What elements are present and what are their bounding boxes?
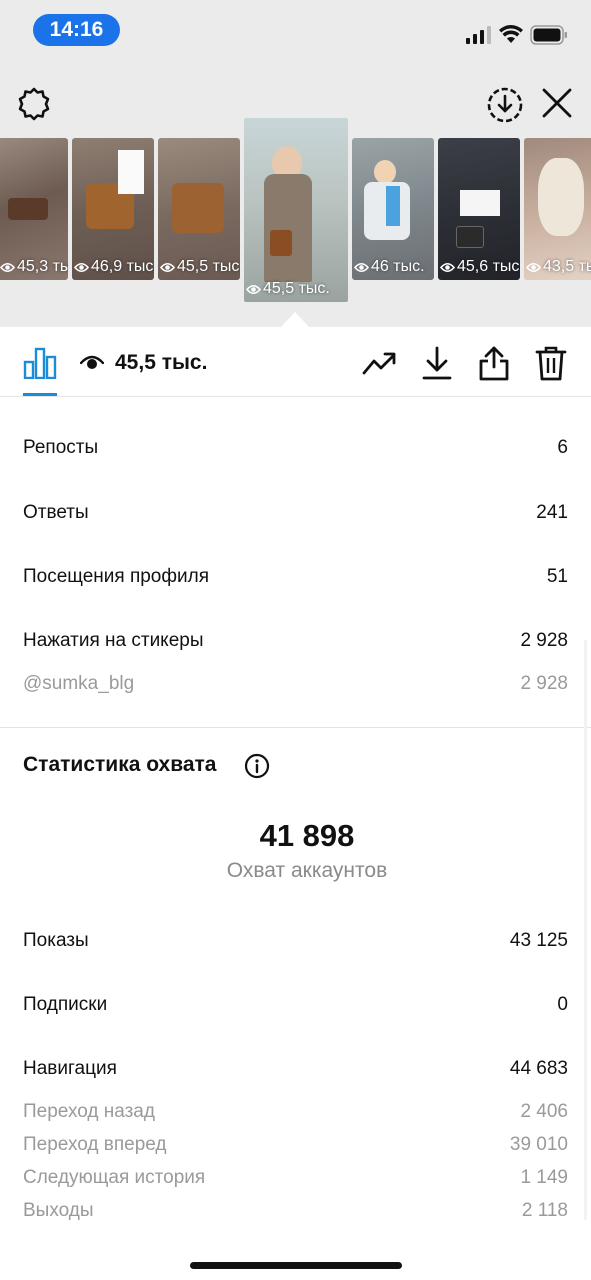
stat-label: Посещения профиля [23,566,209,587]
stat-label: Ответы [23,502,89,523]
eye-icon [80,355,104,369]
info-icon[interactable] [244,753,270,779]
stat-value: 0 [557,994,568,1015]
active-story-pointer [281,312,309,327]
stat-value: 6 [557,437,568,458]
stat-value: 1 149 [520,1167,568,1188]
stat-value: 2 928 [520,630,568,651]
section-divider [0,727,591,728]
status-bar: 14:16 [0,0,591,60]
stat-row-forward: Переход вперед 39 010 [23,1134,568,1156]
stat-row-replies: Ответы 241 [23,502,568,524]
stat-value: 2 406 [520,1101,568,1122]
stat-value: 2 928 [520,673,568,694]
views-count: 45,5 тыс. [115,351,208,374]
stat-label: Следующая история [23,1167,206,1188]
insights-toolbar: 45,5 тыс. [0,327,591,397]
story-views: 43,5 тыс. [543,258,591,275]
trend-icon[interactable] [362,349,396,377]
story-views: 46,9 тыс. [91,258,154,275]
stat-value: 43 125 [509,930,568,951]
stat-label: Навигация [23,1058,117,1079]
trash-icon[interactable] [535,345,567,381]
story-thumbnail[interactable]: 46,9 тыс. [72,138,154,280]
stat-value: 51 [546,566,568,587]
story-thumbnail[interactable]: 45,6 тыс. [438,138,520,280]
wifi-icon [499,25,523,43]
stat-value: 2 118 [521,1200,568,1221]
story-thumbnail[interactable]: 46 тыс. [352,138,434,280]
settings-icon[interactable] [16,86,52,122]
share-icon[interactable] [478,345,510,381]
story-views: 46 тыс. [371,258,425,275]
story-views: 45,5 тыс. [177,258,240,275]
reach-section-title: Статистика охвата [23,753,217,776]
signal-icon [466,26,491,44]
home-indicator[interactable] [190,1262,402,1269]
stat-row-mention-sticker: @sumka_blg 2 928 [23,673,568,695]
status-time: 14:16 [33,14,120,46]
story-views: 45,3 тыс. [17,258,68,275]
scrollbar[interactable] [584,640,587,1220]
stat-value: 241 [536,502,568,523]
story-thumbnail-active[interactable]: 45,5 тыс. [244,118,348,302]
stat-label: Подписки [23,994,108,1015]
story-thumbnails[interactable]: 45,3 тыс. 46,9 тыс. 45,5 тыс. 45,5 тыс. … [0,118,591,308]
stat-row-reposts: Репосты 6 [23,437,568,459]
stat-row-exits: Выходы 2 118 [23,1200,568,1222]
stat-value: 39 010 [509,1134,568,1155]
close-icon[interactable] [540,86,574,120]
download-icon[interactable] [422,346,452,380]
stat-label: Показы [23,930,89,951]
stat-row-navigation: Навигация 44 683 [23,1058,568,1080]
accounts-reached-value: 41 898 [259,818,355,853]
story-views: 45,6 тыс. [457,258,520,275]
story-thumbnail[interactable]: 43,5 тыс. [524,138,591,280]
stat-row-impressions: Показы 43 125 [23,930,568,952]
stat-row-profile-visits: Посещения профиля 51 [23,566,568,588]
stat-row-next-story: Следующая история 1 149 [23,1167,568,1189]
bar-chart-icon[interactable] [23,347,57,379]
battery-icon [530,25,567,45]
stat-value: 44 683 [509,1058,568,1079]
story-views: 45,5 тыс. [263,280,330,297]
stat-row-back: Переход назад 2 406 [23,1101,568,1123]
stat-label: Нажатия на стикеры [23,630,204,651]
stat-label: Переход вперед [23,1134,167,1155]
stat-row-sticker-taps: Нажатия на стикеры 2 928 [23,630,568,652]
stat-row-follows: Подписки 0 [23,994,568,1016]
stat-label: Репосты [23,437,99,458]
story-thumbnail[interactable]: 45,3 тыс. [0,138,68,280]
stat-label: Переход назад [23,1101,155,1122]
stat-label: Выходы [23,1200,94,1221]
story-thumbnail[interactable]: 45,5 тыс. [158,138,240,280]
active-tab-indicator [23,393,57,396]
accounts-reached-label: Охват аккаунтов [226,859,388,882]
stories-panel: 14:16 45,3 тыс. [0,0,591,330]
stat-label: @sumka_blg [23,673,135,694]
